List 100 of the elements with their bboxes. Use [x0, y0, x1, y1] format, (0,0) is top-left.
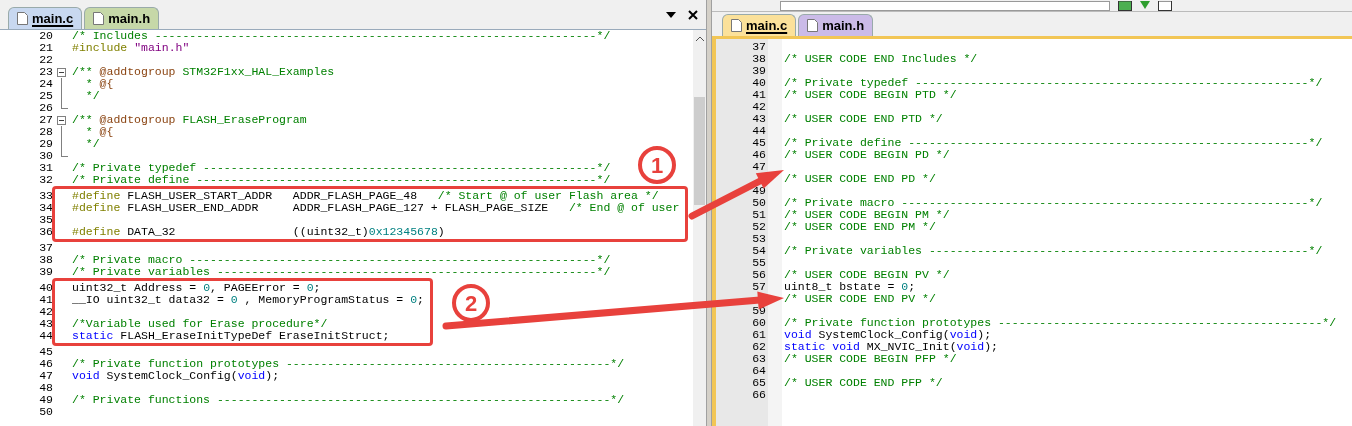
code-line: /* Private variables -------------------------------------------------------*/: [72, 266, 611, 278]
line-number: 62: [752, 341, 766, 353]
file-tab[interactable]: main.c: [722, 14, 797, 36]
window-icon[interactable]: [1158, 1, 1172, 11]
code-line: uint32_t Address = 0, PAGEError = 0;: [72, 282, 321, 294]
code-line: #define FLASH_USER_START_ADDR ADDR_FLASH_PAGE_48 /* Start @ of user Flash area */: [72, 190, 659, 202]
line-number: 43: [752, 113, 766, 125]
line-number: 37: [752, 41, 766, 53]
line-number: 38: [39, 254, 53, 266]
line-number: 36: [39, 226, 53, 238]
code-line: /* Includes ----------------------------------------------------------------*/: [72, 30, 611, 42]
line-number: 65: [752, 377, 766, 389]
line-number: 41: [752, 89, 766, 101]
document-icon: [93, 12, 105, 25]
code-line: /** @addtogroup STM32F1xx_HAL_Examples: [72, 66, 335, 78]
code-line: void SystemClock_Config(void);: [784, 329, 992, 341]
document-icon: [807, 19, 819, 32]
code-line: /* Private variables -------------------------------------------------------*/: [784, 245, 1323, 257]
scrollbar[interactable]: [693, 30, 706, 426]
close-icon[interactable]: [688, 9, 698, 20]
line-number: 46: [752, 149, 766, 161]
code-line: /* Private define ----------------------------------------------------------*/: [784, 137, 1323, 149]
callout-number: 1: [638, 146, 676, 184]
code-line: /* USER CODE END PTD */: [784, 113, 943, 125]
line-number: 35: [39, 214, 53, 226]
line-number: 55: [752, 257, 766, 269]
line-number: 47: [39, 370, 53, 382]
line-number: 59: [752, 305, 766, 317]
code-line: static void MX_NVIC_Init(void);: [784, 341, 998, 353]
line-number: 24: [39, 78, 53, 90]
document-icon: [17, 12, 28, 25]
code-line: /* Private function prototypes -----------------------------------------------*/: [72, 358, 625, 370]
line-number: 56: [752, 269, 766, 281]
line-number: 44: [39, 330, 53, 342]
scroll-up-icon[interactable]: [695, 36, 704, 41]
line-number: 50: [39, 406, 53, 418]
line-number: 45: [39, 346, 53, 358]
code-line: #define FLASH_USER_END_ADDR ADDR_FLASH_PAGE_127 + FLASH_PAGE_SIZE /* End @ of user: [72, 202, 680, 214]
line-number: 45: [752, 137, 766, 149]
line-number: 39: [752, 65, 766, 77]
line-number: 51: [752, 209, 766, 221]
line-number: 49: [39, 394, 53, 406]
code-line: /* USER CODE END PV */: [784, 293, 936, 305]
line-number: 40: [39, 282, 53, 294]
line-number: 47: [752, 161, 766, 173]
code-line: /*Variable used for Erase procedure*/: [72, 318, 328, 330]
code-line: /* USER CODE END PM */: [784, 221, 936, 233]
code-line: static FLASH_EraseInitTypeDef EraseInitStruct;: [72, 330, 390, 342]
dropdown-field[interactable]: [780, 1, 1110, 11]
line-number: 32: [39, 174, 53, 186]
line-number: 20: [39, 30, 53, 42]
line-number: 66: [752, 389, 766, 401]
code-line: */: [84, 90, 100, 102]
line-number: 27: [39, 114, 53, 126]
line-number: 42: [752, 101, 766, 113]
line-number: 22: [39, 54, 53, 66]
line-number: 49: [752, 185, 766, 197]
line-number: 52: [752, 221, 766, 233]
file-tab[interactable]: main.h: [84, 7, 160, 29]
code-line: /* USER CODE BEGIN PTD */: [784, 89, 957, 101]
code-line: * @{: [84, 78, 114, 90]
code-line: /* Private typedef ---------------------------------------------------------*/: [784, 77, 1323, 89]
code-line: #include "main.h": [72, 42, 190, 54]
line-number: 34: [39, 202, 53, 214]
line-number: 37: [39, 242, 53, 254]
line-number: 60: [752, 317, 766, 329]
line-number: 46: [39, 358, 53, 370]
fold-collapse-icon[interactable]: [57, 115, 66, 125]
code-line: /* Private macro -----------------------------------------------------------*/: [72, 254, 611, 266]
line-number: 53: [752, 233, 766, 245]
line-number: 28: [39, 126, 53, 138]
dropdown-caret-icon[interactable]: [666, 11, 676, 18]
code-line: void SystemClock_Config(void);: [72, 370, 280, 382]
line-number: 42: [39, 306, 53, 318]
code-line: /* USER CODE END Includes */: [784, 53, 978, 65]
line-number: 63: [752, 353, 766, 365]
scrollbar-thumb[interactable]: [694, 97, 705, 205]
line-number: 25: [39, 90, 53, 102]
code-line: /* USER CODE BEGIN PM */: [784, 209, 950, 221]
code-line: /* USER CODE BEGIN PV */: [784, 269, 950, 281]
document-icon: [731, 19, 742, 32]
line-number: 31: [39, 162, 53, 174]
file-tab[interactable]: main.h: [798, 14, 874, 36]
code-line: * @{: [84, 126, 114, 138]
line-number: 26: [39, 102, 53, 114]
code-line: /* Private define ----------------------------------------------------------*/: [72, 174, 611, 186]
fold-collapse-icon[interactable]: [57, 67, 66, 77]
line-number: 39: [39, 266, 53, 278]
line-number: 38: [752, 53, 766, 65]
line-number: 41: [39, 294, 53, 306]
code-line: /* Private typedef ---------------------------------------------------------*/: [72, 162, 611, 174]
code-line: /* USER CODE BEGIN PFP */: [784, 353, 957, 365]
file-tab[interactable]: main.c: [8, 7, 83, 29]
line-number: 44: [752, 125, 766, 137]
code-line: /** @addtogroup FLASH_EraseProgram: [72, 114, 307, 126]
line-number: 23: [39, 66, 53, 78]
code-line: /* USER CODE END PFP */: [784, 377, 943, 389]
line-number: 50: [752, 197, 766, 209]
line-number: 33: [39, 190, 53, 202]
line-number: 21: [39, 42, 53, 54]
